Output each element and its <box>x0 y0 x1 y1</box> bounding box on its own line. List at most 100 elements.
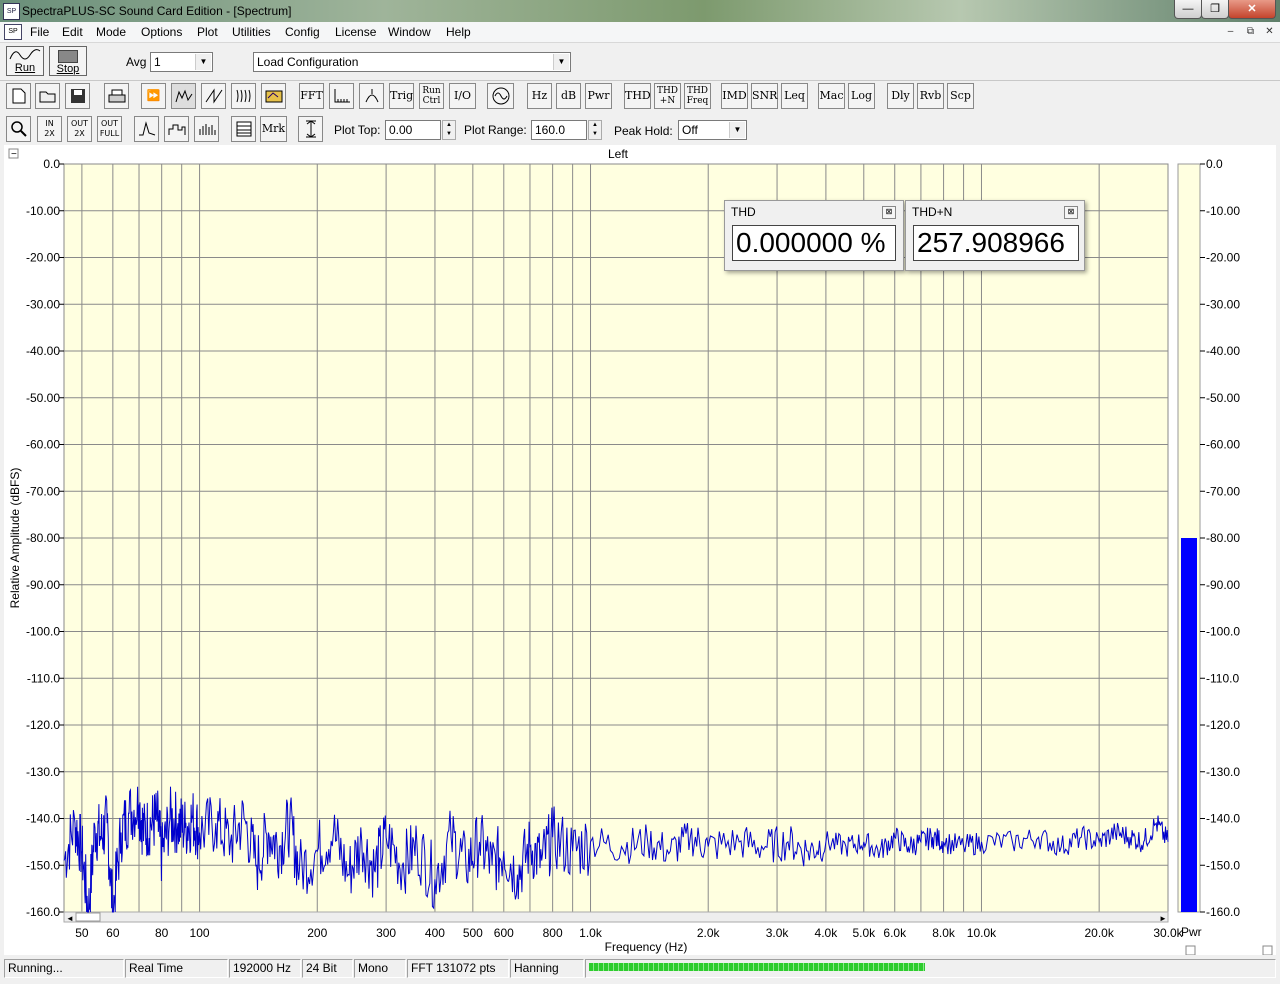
vertical-scale-icon[interactable] <box>298 116 323 142</box>
meter-tick-label: -30.00 <box>1206 297 1240 311</box>
fft-button[interactable]: FFT <box>299 83 324 109</box>
spectrogram-icon[interactable] <box>261 83 286 109</box>
scp-button[interactable]: Scp <box>947 83 974 109</box>
mdi-close-button[interactable]: ✕ <box>1262 25 1277 38</box>
app-icon[interactable]: SP <box>3 3 20 20</box>
spectrum-chart[interactable]: − Left 0.0 -10.00 -20.00 -30.00 -40.00 -50.00 -6… <box>4 145 1276 956</box>
y-axis-label: Relative Amplitude (dBFS) <box>8 468 22 609</box>
marker-button[interactable]: Mrk <box>260 116 287 142</box>
scrollbar-thumb <box>75 912 101 922</box>
y-tick-label: -90.00 <box>26 578 60 592</box>
run-ctrl-button[interactable]: Run Ctrl <box>419 83 444 109</box>
bar-shape-icon[interactable] <box>194 116 219 142</box>
meter-tick-label: 0.0 <box>1206 157 1223 171</box>
chevron-down-icon: ▼ <box>553 54 569 70</box>
zoom-out-full-button[interactable]: OUT FULL <box>97 116 122 142</box>
y-tick-label: -120.0 <box>26 718 60 732</box>
y-tick-label: -30.00 <box>26 297 60 311</box>
scale-icon[interactable] <box>329 83 354 109</box>
plot-top-spinner[interactable]: ▲ ▼ <box>442 120 456 140</box>
plot-range-spinner[interactable]: ▲ ▼ <box>588 120 602 140</box>
config-select[interactable]: Load Configuration ▼ <box>253 52 571 72</box>
log-button[interactable]: Log <box>848 83 875 109</box>
stop-button[interactable]: Stop <box>49 46 87 76</box>
menu-license[interactable]: License <box>335 25 376 39</box>
x-tick-label: 6.0k <box>883 926 907 940</box>
menu-config[interactable]: Config <box>285 25 320 39</box>
close-button[interactable]: ✕ <box>1228 0 1276 19</box>
open-folder-icon[interactable] <box>35 83 60 109</box>
io-button[interactable]: I/O <box>449 83 476 109</box>
plot-top-input[interactable]: 0.00 <box>385 120 441 140</box>
mac-button[interactable]: Mac <box>818 83 845 109</box>
status-state: Running... <box>4 959 124 978</box>
power-meter-fill <box>1181 538 1197 912</box>
meter-tick-label: -60.00 <box>1206 438 1240 452</box>
pwr-button[interactable]: Pwr <box>585 83 612 109</box>
zoom-magnifier-icon[interactable] <box>6 116 31 142</box>
imd-button[interactable]: IMD <box>721 83 748 109</box>
x-tick-label: 800 <box>543 926 563 940</box>
menu-options[interactable]: Options <box>141 25 182 39</box>
maximize-button[interactable]: ❐ <box>1201 0 1229 19</box>
menu-plot[interactable]: Plot <box>197 25 218 39</box>
x-axis-label: Frequency (Hz) <box>605 940 688 954</box>
hz-button[interactable]: Hz <box>527 83 552 109</box>
y-tick-label: -130.0 <box>26 765 60 779</box>
menu-help[interactable]: Help <box>446 25 471 39</box>
print-icon[interactable] <box>104 83 129 109</box>
avg-select[interactable]: 1 ▼ <box>150 52 213 72</box>
zoom-out-2x-button[interactable]: OUT 2X <box>67 116 92 142</box>
zoom-in-line1: IN <box>45 119 54 128</box>
run-wave-icon <box>9 49 41 60</box>
new-file-icon[interactable] <box>6 83 31 109</box>
rvb-button[interactable]: Rvb <box>917 83 944 109</box>
minimize-button[interactable]: — <box>1174 0 1202 19</box>
meter-tick-label: -70.00 <box>1206 484 1240 498</box>
db-button[interactable]: dB <box>556 83 581 109</box>
run-label: Run <box>14 62 36 74</box>
meter-tick-label: -120.0 <box>1206 718 1240 732</box>
fast-forward-icon[interactable]: ⏩ <box>141 83 166 109</box>
table-view-icon[interactable] <box>231 116 256 142</box>
menu-file[interactable]: File <box>30 25 49 39</box>
thd-meter-window[interactable]: THD ⊠ 0.000000 % <box>724 200 904 271</box>
close-icon[interactable]: ⊠ <box>1064 206 1078 219</box>
chevron-down-icon: ▼ <box>195 54 211 70</box>
3d-surface-icon[interactable] <box>231 83 256 109</box>
dly-button[interactable]: Dly <box>887 83 914 109</box>
thdn-meter-title: THD+N <box>912 205 953 219</box>
menu-mode[interactable]: Mode <box>96 25 126 39</box>
leq-button[interactable]: Leq <box>781 83 808 109</box>
thd-meter-value: 0.000000 % <box>732 225 896 261</box>
zoom-in-2x-button[interactable]: IN 2X <box>37 116 62 142</box>
peak-hold-select[interactable]: Off ▼ <box>678 120 747 140</box>
thdn-button[interactable]: THD +N <box>654 83 681 109</box>
menu-edit[interactable]: Edit <box>62 25 83 39</box>
x-tick-label: 5.0k <box>852 926 876 940</box>
trigger-icon[interactable] <box>359 83 384 109</box>
menu-window[interactable]: Window <box>388 25 431 39</box>
thd-freq-button[interactable]: THD Freq <box>684 83 711 109</box>
time-series-icon[interactable] <box>201 83 226 109</box>
thdn-line2: +N <box>659 96 676 106</box>
title-bar[interactable]: SP SpectraPLUS-SC Sound Card Edition - [… <box>0 0 1280 22</box>
signal-generator-icon[interactable] <box>487 83 514 109</box>
x-tick-label: 60 <box>106 926 120 940</box>
thd-button[interactable]: THD <box>624 83 651 109</box>
menu-bar: SP File Edit Mode Options Plot Utilities… <box>0 22 1280 43</box>
run-button[interactable]: Run <box>6 46 44 76</box>
spectrum-view-icon[interactable] <box>171 83 196 109</box>
plot-range-input[interactable]: 160.0 <box>531 120 587 140</box>
document-icon[interactable]: SP <box>4 24 22 40</box>
thdn-meter-window[interactable]: THD+N ⊠ 257.908966 <box>905 200 1085 271</box>
mdi-minimize-button[interactable]: – <box>1223 25 1238 38</box>
mdi-restore-button[interactable]: ⧉ <box>1243 25 1258 38</box>
trig-button[interactable]: Trig <box>389 83 414 109</box>
snr-button[interactable]: SNR <box>751 83 778 109</box>
close-icon[interactable]: ⊠ <box>882 206 896 219</box>
save-disk-icon[interactable] <box>65 83 90 109</box>
step-shape-icon[interactable] <box>164 116 189 142</box>
menu-utilities[interactable]: Utilities <box>232 25 271 39</box>
peak-shape-icon[interactable] <box>134 116 159 142</box>
